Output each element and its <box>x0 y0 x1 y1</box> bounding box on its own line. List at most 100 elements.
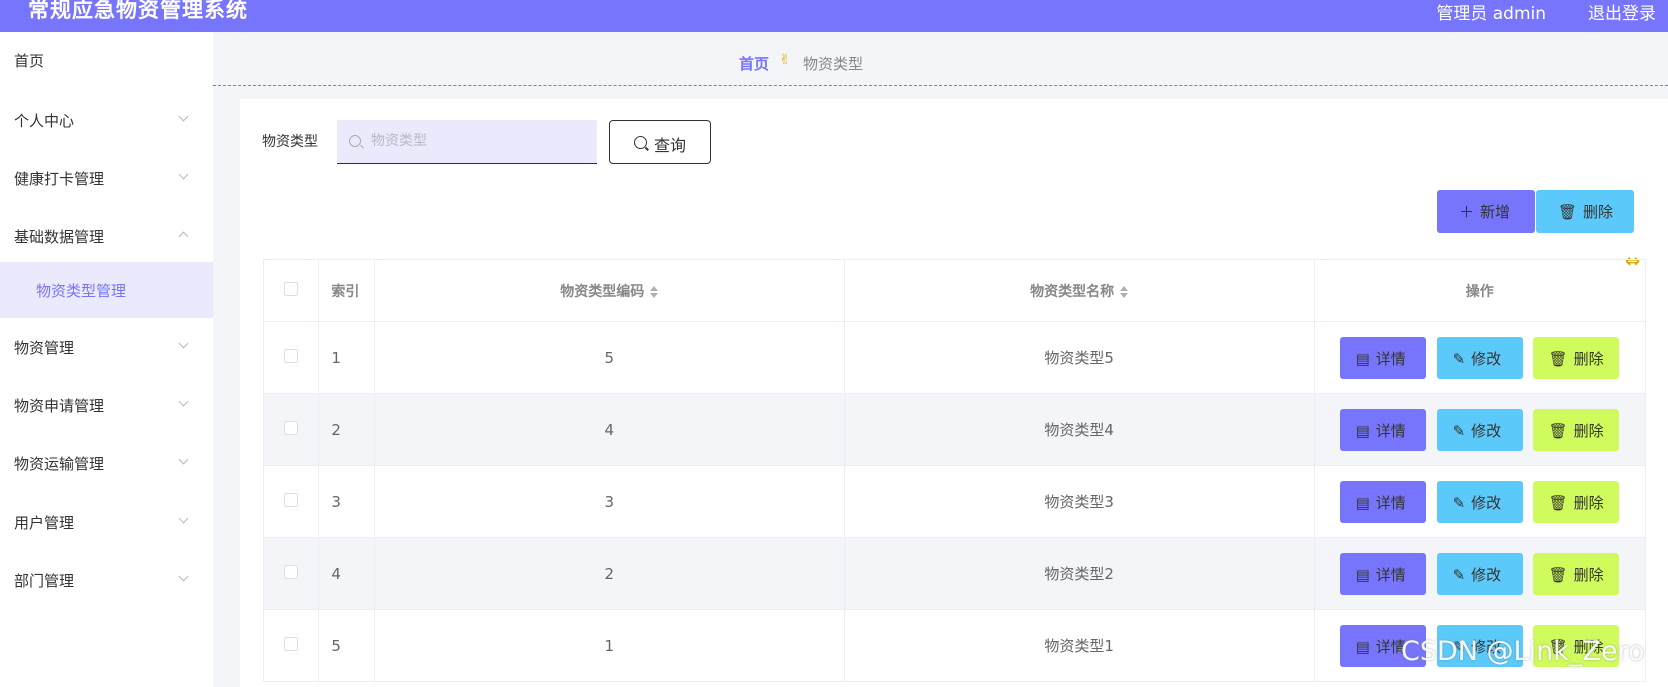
row-index: 3 <box>318 465 375 538</box>
chevron-down-icon <box>178 513 189 524</box>
sidebar-item-departments[interactable]: 部门管理 <box>0 552 213 608</box>
row-select-cell <box>262 537 320 610</box>
material-type-table: 索引 物资类型编码 物资类型名称 操作 1 5 物资类型5 ▤ 详情 ✎ 修改 🗑 删… <box>262 259 1647 682</box>
row-checkbox[interactable] <box>284 348 299 363</box>
sidebar-item-home[interactable]: 首页 <box>0 32 213 88</box>
table-header-row: 索引 物资类型编码 物资类型名称 操作 <box>262 259 1647 322</box>
trash-icon: 🗑 <box>1548 421 1568 440</box>
plus-icon: ＋ <box>1459 203 1475 221</box>
header-name-label: 物资类型名称 <box>1030 283 1115 300</box>
sidebar-item-basic-data[interactable]: 基础数据管理 <box>0 208 213 264</box>
trash-icon: 🗑 <box>1548 493 1568 512</box>
trash-icon: 🗑 <box>1548 565 1568 584</box>
table-row: 3 3 物资类型3 ▤ 详情 ✎ 修改 🗑 删除 <box>262 465 1647 538</box>
row-code: 2 <box>373 537 845 610</box>
row-index: 4 <box>318 537 375 610</box>
row-name: 物资类型3 <box>843 465 1315 538</box>
table-row: 2 4 物资类型4 ▤ 详情 ✎ 修改 🗑 删除 <box>262 393 1647 466</box>
delete-button-label: 删除 <box>1573 349 1604 368</box>
detail-button[interactable]: ▤ 详情 <box>1339 552 1426 595</box>
sort-icon[interactable] <box>650 285 659 298</box>
search-icon <box>634 136 647 149</box>
row-checkbox[interactable] <box>284 564 299 579</box>
edit-button[interactable]: ✎ 修改 <box>1436 336 1523 379</box>
row-index: 5 <box>318 609 375 682</box>
breadcrumb-home-link[interactable]: 首页 <box>739 53 769 74</box>
row-checkbox[interactable] <box>284 492 299 507</box>
row-index: 2 <box>318 393 375 466</box>
sidebar-item-label: 物资类型管理 <box>36 282 127 300</box>
pencil-icon: ✎ <box>1452 349 1466 368</box>
document-icon: ▤ <box>1355 349 1370 368</box>
sidebar-item-material-type[interactable]: 物资类型管理 <box>0 262 213 318</box>
sidebar-item-label: 首页 <box>14 52 45 70</box>
main-content: 首页 ✌ 物资类型 物资类型 查询 ＋新增 🗑删除 ⇔ 索 <box>213 32 1668 687</box>
row-code: 3 <box>373 465 845 538</box>
sidebar-item-material-transport[interactable]: 物资运输管理 <box>0 435 213 491</box>
chevron-down-icon <box>178 338 189 349</box>
select-all-checkbox[interactable] <box>284 281 299 296</box>
sort-icon[interactable] <box>1120 285 1129 298</box>
detail-button-label: 详情 <box>1375 493 1406 512</box>
detail-button-label: 详情 <box>1375 565 1406 584</box>
batch-delete-button-label: 删除 <box>1583 203 1614 221</box>
header-index: 索引 <box>318 259 375 322</box>
chevron-down-icon <box>178 169 189 180</box>
delete-button-label: 删除 <box>1573 421 1604 440</box>
pencil-icon: ✎ <box>1452 493 1466 512</box>
detail-button[interactable]: ▤ 详情 <box>1339 480 1426 523</box>
header-name[interactable]: 物资类型名称 <box>843 259 1315 322</box>
select-all-cell <box>262 259 320 322</box>
sidebar-item-label: 个人中心 <box>14 112 75 130</box>
sidebar-item-users[interactable]: 用户管理 <box>0 494 213 550</box>
add-button-label: 新增 <box>1480 203 1511 221</box>
edit-button[interactable]: ✎ 修改 <box>1436 408 1523 451</box>
search-field <box>337 120 597 164</box>
add-button[interactable]: ＋ 新增 <box>1437 190 1535 233</box>
row-select-cell <box>262 465 320 538</box>
row-select-cell <box>262 393 320 466</box>
sidebar-item-material-request[interactable]: 物资申请管理 <box>0 377 213 433</box>
row-checkbox[interactable] <box>284 636 299 651</box>
sidebar-item-label: 物资运输管理 <box>14 455 105 473</box>
sidebar-item-label: 物资管理 <box>14 339 75 357</box>
row-actions: ▤ 详情 ✎ 修改 🗑 删除 <box>1313 465 1647 538</box>
batch-delete-button[interactable]: 🗑 删除 <box>1536 190 1634 233</box>
query-button-label: 查询 <box>654 136 687 155</box>
document-icon: ▤ <box>1355 565 1370 584</box>
row-code: 4 <box>373 393 845 466</box>
edit-button[interactable]: ✎ 修改 <box>1436 480 1523 523</box>
detail-button[interactable]: ▤ 详情 <box>1339 408 1426 451</box>
header-code[interactable]: 物资类型编码 <box>373 259 845 322</box>
hand-separator-icon: ✌ <box>779 52 791 68</box>
row-checkbox[interactable] <box>284 420 299 435</box>
delete-button[interactable]: 🗑 删除 <box>1532 552 1619 595</box>
header-actions: 操作 <box>1313 259 1647 322</box>
search-input[interactable] <box>371 120 591 162</box>
query-button[interactable]: 查询 <box>609 120 711 164</box>
row-code: 1 <box>373 609 845 682</box>
row-name: 物资类型2 <box>843 537 1315 610</box>
sidebar-item-label: 部门管理 <box>14 572 75 590</box>
sidebar-menu: 首页 个人中心 健康打卡管理 基础数据管理 物资类型管理 物资管理 物资申请管理… <box>0 32 213 687</box>
logout-link[interactable]: 退出登录 <box>1588 0 1656 24</box>
header-code-label: 物资类型编码 <box>560 283 645 300</box>
row-code: 5 <box>373 321 845 394</box>
sidebar-item-personal-center[interactable]: 个人中心 <box>0 92 213 148</box>
edit-button-label: 修改 <box>1471 421 1502 440</box>
sidebar-item-material[interactable]: 物资管理 <box>0 319 213 375</box>
delete-button[interactable]: 🗑 删除 <box>1532 480 1619 523</box>
pencil-icon: ✎ <box>1452 421 1466 440</box>
breadcrumb-current: 物资类型 <box>803 55 864 73</box>
row-name: 物资类型5 <box>843 321 1315 394</box>
detail-button[interactable]: ▤ 详情 <box>1339 336 1426 379</box>
edit-button-label: 修改 <box>1471 349 1502 368</box>
document-icon: ▤ <box>1355 493 1370 512</box>
delete-button[interactable]: 🗑 删除 <box>1532 408 1619 451</box>
edit-button[interactable]: ✎ 修改 <box>1436 552 1523 595</box>
delete-button[interactable]: 🗑 删除 <box>1532 336 1619 379</box>
current-user-label: 管理员 admin <box>1436 4 1546 24</box>
sidebar-item-health-checkin[interactable]: 健康打卡管理 <box>0 150 213 206</box>
detail-button-label: 详情 <box>1375 421 1406 440</box>
chevron-down-icon <box>178 454 189 465</box>
